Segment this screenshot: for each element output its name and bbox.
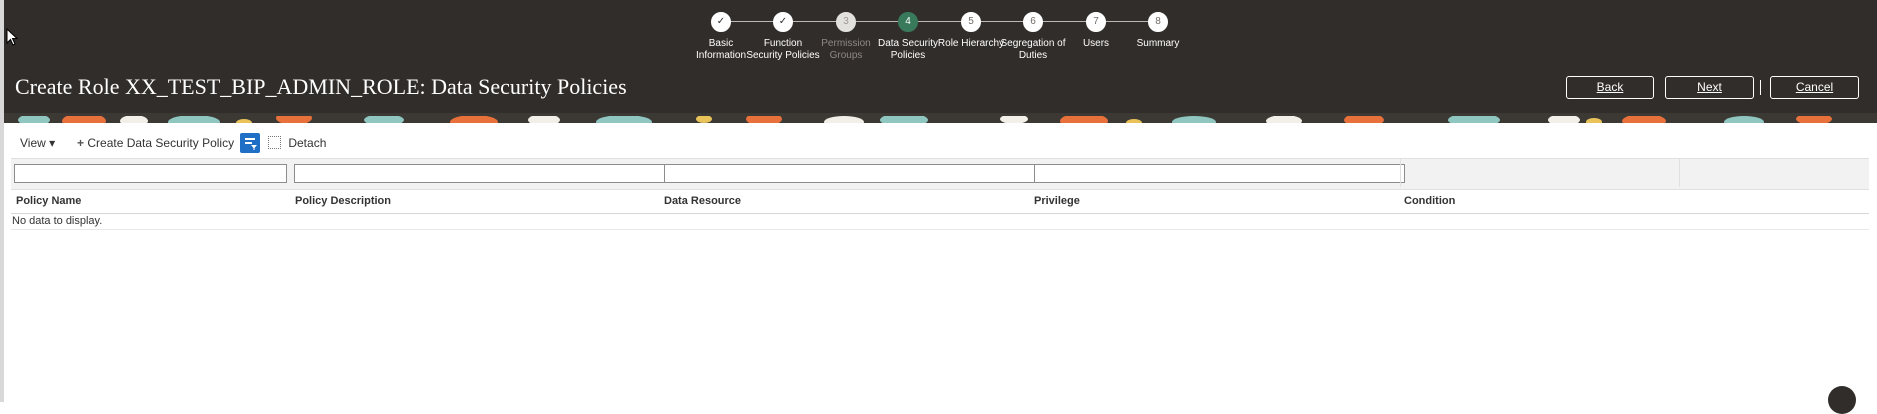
step-label: Summary: [1136, 38, 1180, 49]
step-label: Permission: [821, 38, 871, 49]
header-divider: [11, 213, 1869, 214]
column-header-data-resource[interactable]: Data Resource: [664, 195, 741, 207]
step-number: 7: [1086, 12, 1106, 32]
step-label: Duties: [1018, 50, 1048, 61]
step-number: 6: [1023, 12, 1043, 32]
data-resource-filter-input[interactable]: [664, 164, 1035, 183]
page-header: ✓ Basic Information ✓ Function Security Po…: [0, 0, 1877, 115]
cancel-button[interactable]: Cancel: [1770, 76, 1859, 99]
privilege-filter-input[interactable]: [1034, 164, 1405, 183]
table-toolbar: View ▾ + Create Data Security Policy Det…: [0, 130, 1877, 156]
policy-name-filter-input[interactable]: [14, 164, 287, 183]
process-train: ✓ Basic Information ✓ Function Security Po…: [696, 6, 1180, 66]
create-label: Create Data Security Policy: [87, 136, 235, 150]
filter-icon: [245, 138, 257, 150]
left-edge-bar: [0, 0, 4, 402]
train-step-summary[interactable]: 8 Summary: [1118, 6, 1198, 50]
step-label: Users: [1082, 38, 1110, 49]
page-title: Create Role XX_TEST_BIP_ADMIN_ROLE: Data…: [15, 74, 627, 99]
query-by-example-button[interactable]: [240, 133, 260, 153]
next-button[interactable]: Next: [1665, 76, 1754, 99]
detach-icon: [268, 136, 281, 149]
step-label: Data Security: [877, 38, 939, 49]
policy-description-filter-input[interactable]: [294, 164, 666, 183]
check-icon: ✓: [711, 12, 731, 32]
step-label: Information: [695, 50, 747, 61]
filter-row: [11, 158, 1869, 190]
column-header-policy-name[interactable]: Policy Name: [16, 195, 81, 207]
view-menu[interactable]: View ▾: [20, 136, 55, 150]
column-header-policy-description[interactable]: Policy Description: [295, 195, 391, 207]
button-separator: [1760, 80, 1761, 95]
back-button[interactable]: Back: [1566, 76, 1654, 99]
step-label: Policies: [890, 50, 926, 61]
detach-button[interactable]: Detach: [268, 136, 326, 150]
column-header-privilege[interactable]: Privilege: [1034, 195, 1080, 207]
step-label: Function: [763, 38, 803, 49]
create-data-security-policy-button[interactable]: + Create Data Security Policy: [77, 136, 234, 150]
step-number: 3: [836, 12, 856, 32]
help-icon[interactable]: [1828, 386, 1856, 414]
column-divider: [1679, 159, 1680, 187]
check-icon: ✓: [773, 12, 793, 32]
step-number: 8: [1148, 12, 1168, 32]
decorative-banner: [4, 113, 1877, 123]
column-header-condition[interactable]: Condition: [1404, 195, 1455, 207]
row-divider: [11, 229, 1869, 230]
column-divider: [1400, 159, 1401, 187]
step-label: Basic: [708, 38, 734, 49]
plus-icon: +: [77, 136, 85, 150]
step-number: 5: [961, 12, 981, 32]
mouse-cursor-icon: [6, 27, 19, 51]
detach-label: Detach: [288, 136, 327, 150]
step-label: Groups: [829, 50, 863, 61]
empty-table-message: No data to display.: [12, 215, 103, 227]
banner-pattern: [18, 113, 1832, 123]
step-number: 4: [898, 12, 918, 32]
